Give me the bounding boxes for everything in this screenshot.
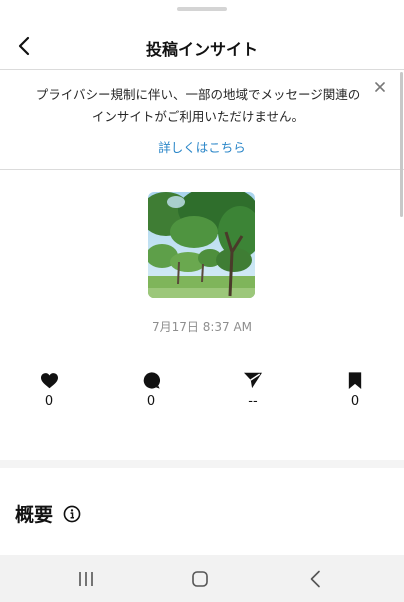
system-navigation-bar <box>0 555 404 602</box>
learn-more-link[interactable]: 詳しくはこちら <box>0 137 404 156</box>
back-icon <box>310 570 320 588</box>
close-icon <box>375 82 385 92</box>
overview-title: 概要 <box>15 504 54 526</box>
comment-icon <box>143 371 160 389</box>
shares-count: -- <box>248 394 258 409</box>
overview-section: 概要 <box>15 500 82 527</box>
recents-button[interactable] <box>75 568 97 590</box>
engagement-stats: 0 0 -- 0 <box>0 369 404 414</box>
shares-stat: -- <box>233 369 273 409</box>
header: 投稿インサイト <box>0 22 404 70</box>
heart-icon <box>40 372 58 388</box>
park-trees-photo <box>148 192 255 298</box>
notice-close-button[interactable] <box>372 79 388 95</box>
home-button[interactable] <box>189 568 211 590</box>
home-icon <box>192 571 208 587</box>
send-icon <box>244 372 262 389</box>
post-thumbnail[interactable] <box>148 192 255 298</box>
comments-count: 0 <box>146 394 156 409</box>
overview-info-button[interactable] <box>62 504 82 524</box>
recents-icon <box>79 572 93 586</box>
page-title: 投稿インサイト <box>145 40 258 59</box>
scrollbar[interactable] <box>400 72 403 217</box>
bookmark-icon <box>348 371 362 389</box>
sheet-handle[interactable] <box>177 7 227 11</box>
section-divider <box>0 460 404 468</box>
likes-count: 0 <box>44 394 54 409</box>
comments-stat: 0 <box>131 369 171 409</box>
saves-stat: 0 <box>335 369 375 409</box>
post-date: 7月17日 8:37 AM <box>151 320 253 334</box>
saves-count: 0 <box>350 394 360 409</box>
info-icon <box>63 505 81 522</box>
likes-stat: 0 <box>29 369 69 409</box>
nav-back-button[interactable] <box>304 568 326 590</box>
notice-text: プライバシー規制に伴い、一部の地域でメッセージ関連のインサイトがご利用いただけま… <box>35 87 361 124</box>
privacy-notice: プライバシー規制に伴い、一部の地域でメッセージ関連のインサイトがご利用いただけま… <box>0 71 404 170</box>
